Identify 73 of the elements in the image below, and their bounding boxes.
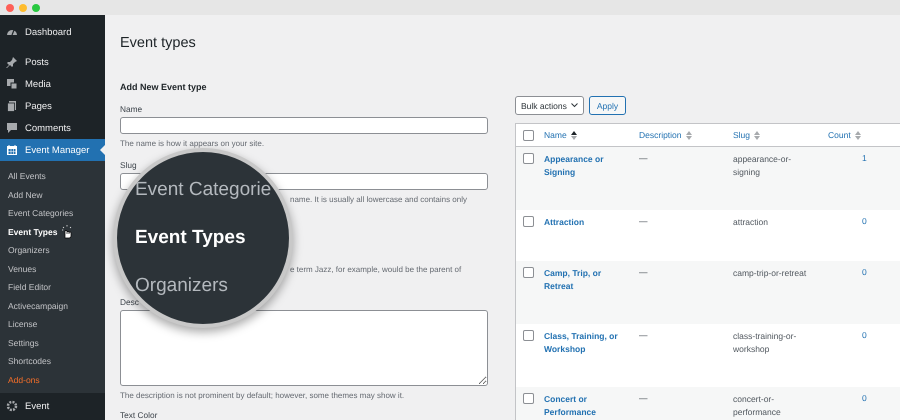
field-hint: The description is not prominent by default; however, some themes may show it. bbox=[120, 391, 406, 400]
checkbox[interactable] bbox=[523, 216, 534, 227]
count-link[interactable]: 0 bbox=[828, 393, 900, 403]
submenu-item[interactable]: Activecampaign bbox=[0, 296, 105, 315]
field-hint: e term Jazz, for example, would be the parent of bbox=[289, 265, 462, 274]
submenu-item[interactable]: Add New bbox=[0, 186, 105, 204]
sidebar-item[interactable]: Dashboard bbox=[0, 21, 105, 43]
checkbox[interactable] bbox=[523, 330, 534, 341]
checkbox[interactable] bbox=[523, 130, 534, 140]
submenu-item[interactable]: License bbox=[0, 315, 105, 334]
name-link[interactable]: Attraction bbox=[544, 216, 624, 230]
hand-cursor-icon bbox=[61, 224, 74, 239]
table-cell-text: — bbox=[639, 393, 648, 403]
submenu-item[interactable]: All Events bbox=[0, 167, 105, 186]
apply-button[interactable]: Apply bbox=[588, 96, 626, 115]
checkbox[interactable] bbox=[523, 153, 534, 164]
name-input-field[interactable] bbox=[120, 117, 488, 134]
name-link[interactable]: Appearance or Signing bbox=[544, 153, 624, 180]
name-link[interactable]: Camp, Trip, or Retreat bbox=[544, 267, 624, 294]
submenu-item[interactable]: Shortcodes bbox=[0, 352, 105, 370]
media-icon bbox=[6, 78, 18, 90]
name-link[interactable]: Concert or Performance bbox=[544, 393, 624, 420]
speech-bubble-icon bbox=[6, 122, 18, 134]
pin-icon bbox=[6, 56, 18, 68]
table-cell-text: — bbox=[639, 267, 648, 277]
field-label: Slug bbox=[120, 160, 138, 170]
chevron-down-icon bbox=[570, 103, 578, 108]
table-cell-text: attraction bbox=[733, 216, 769, 229]
checkbox[interactable] bbox=[523, 393, 534, 404]
submenu-item[interactable]: Add-ons bbox=[0, 370, 105, 389]
submenu-item[interactable]: Organizers bbox=[0, 241, 105, 260]
field-label: Text Color bbox=[120, 410, 158, 420]
gear-icon bbox=[6, 400, 18, 412]
table-cell-text: appearance-or-signing bbox=[733, 153, 792, 180]
field-hint: The name is how it appears on your site. bbox=[120, 139, 266, 148]
sidebar-item[interactable]: Event Manager bbox=[0, 139, 105, 161]
field-hint: name. It is usually all lowercase and contains only bbox=[289, 195, 468, 204]
field-label: Desc bbox=[120, 297, 140, 307]
column-header[interactable]: Count bbox=[828, 130, 900, 140]
form-heading: Add New Event type bbox=[120, 82, 208, 92]
table-cell-text: concert-or-performance bbox=[733, 393, 782, 420]
page-title: Event types bbox=[120, 35, 196, 51]
calendar-icon bbox=[6, 144, 18, 156]
table-cell-text: camp-trip-or-retreat bbox=[733, 267, 808, 280]
column-header[interactable]: Slug bbox=[733, 130, 828, 140]
column-header[interactable]: Description bbox=[639, 130, 733, 140]
checkbox[interactable] bbox=[523, 267, 534, 278]
column-header[interactable]: Name bbox=[544, 130, 639, 140]
table-cell-text: — bbox=[639, 216, 648, 226]
submenu-item[interactable]: Field Editor bbox=[0, 278, 105, 296]
sidebar-item[interactable]: Media bbox=[0, 73, 105, 95]
sidebar-item[interactable]: Comments bbox=[0, 117, 105, 139]
submenu-item[interactable]: Event Types bbox=[0, 222, 105, 241]
sidebar-item[interactable]: Event bbox=[0, 395, 105, 417]
bulk-actions-dropdown[interactable]: Bulk actions bbox=[515, 96, 584, 115]
count-link[interactable]: 0 bbox=[828, 267, 900, 277]
table-cell-text: — bbox=[639, 330, 648, 340]
close-icon[interactable] bbox=[6, 4, 14, 12]
table-cell-text: — bbox=[639, 153, 648, 163]
field-label: Name bbox=[120, 104, 144, 114]
count-link[interactable]: 1 bbox=[828, 153, 900, 163]
name-link[interactable]: Class, Training, or Workshop bbox=[544, 330, 624, 356]
pages-icon bbox=[6, 100, 18, 112]
zoom-icon[interactable] bbox=[32, 4, 40, 12]
submenu-item[interactable]: Settings bbox=[0, 334, 105, 352]
table-cell-text: class-training-or-workshop bbox=[733, 330, 798, 356]
sidebar-item[interactable]: Pages bbox=[0, 95, 105, 117]
count-link[interactable]: 0 bbox=[828, 330, 900, 340]
count-link[interactable]: 0 bbox=[828, 216, 900, 226]
submenu-item[interactable]: Venues bbox=[0, 260, 105, 278]
description-text-area[interactable] bbox=[120, 310, 488, 386]
submenu-item[interactable]: Event Categories bbox=[0, 204, 105, 222]
sidebar-item[interactable]: Posts bbox=[0, 51, 105, 73]
